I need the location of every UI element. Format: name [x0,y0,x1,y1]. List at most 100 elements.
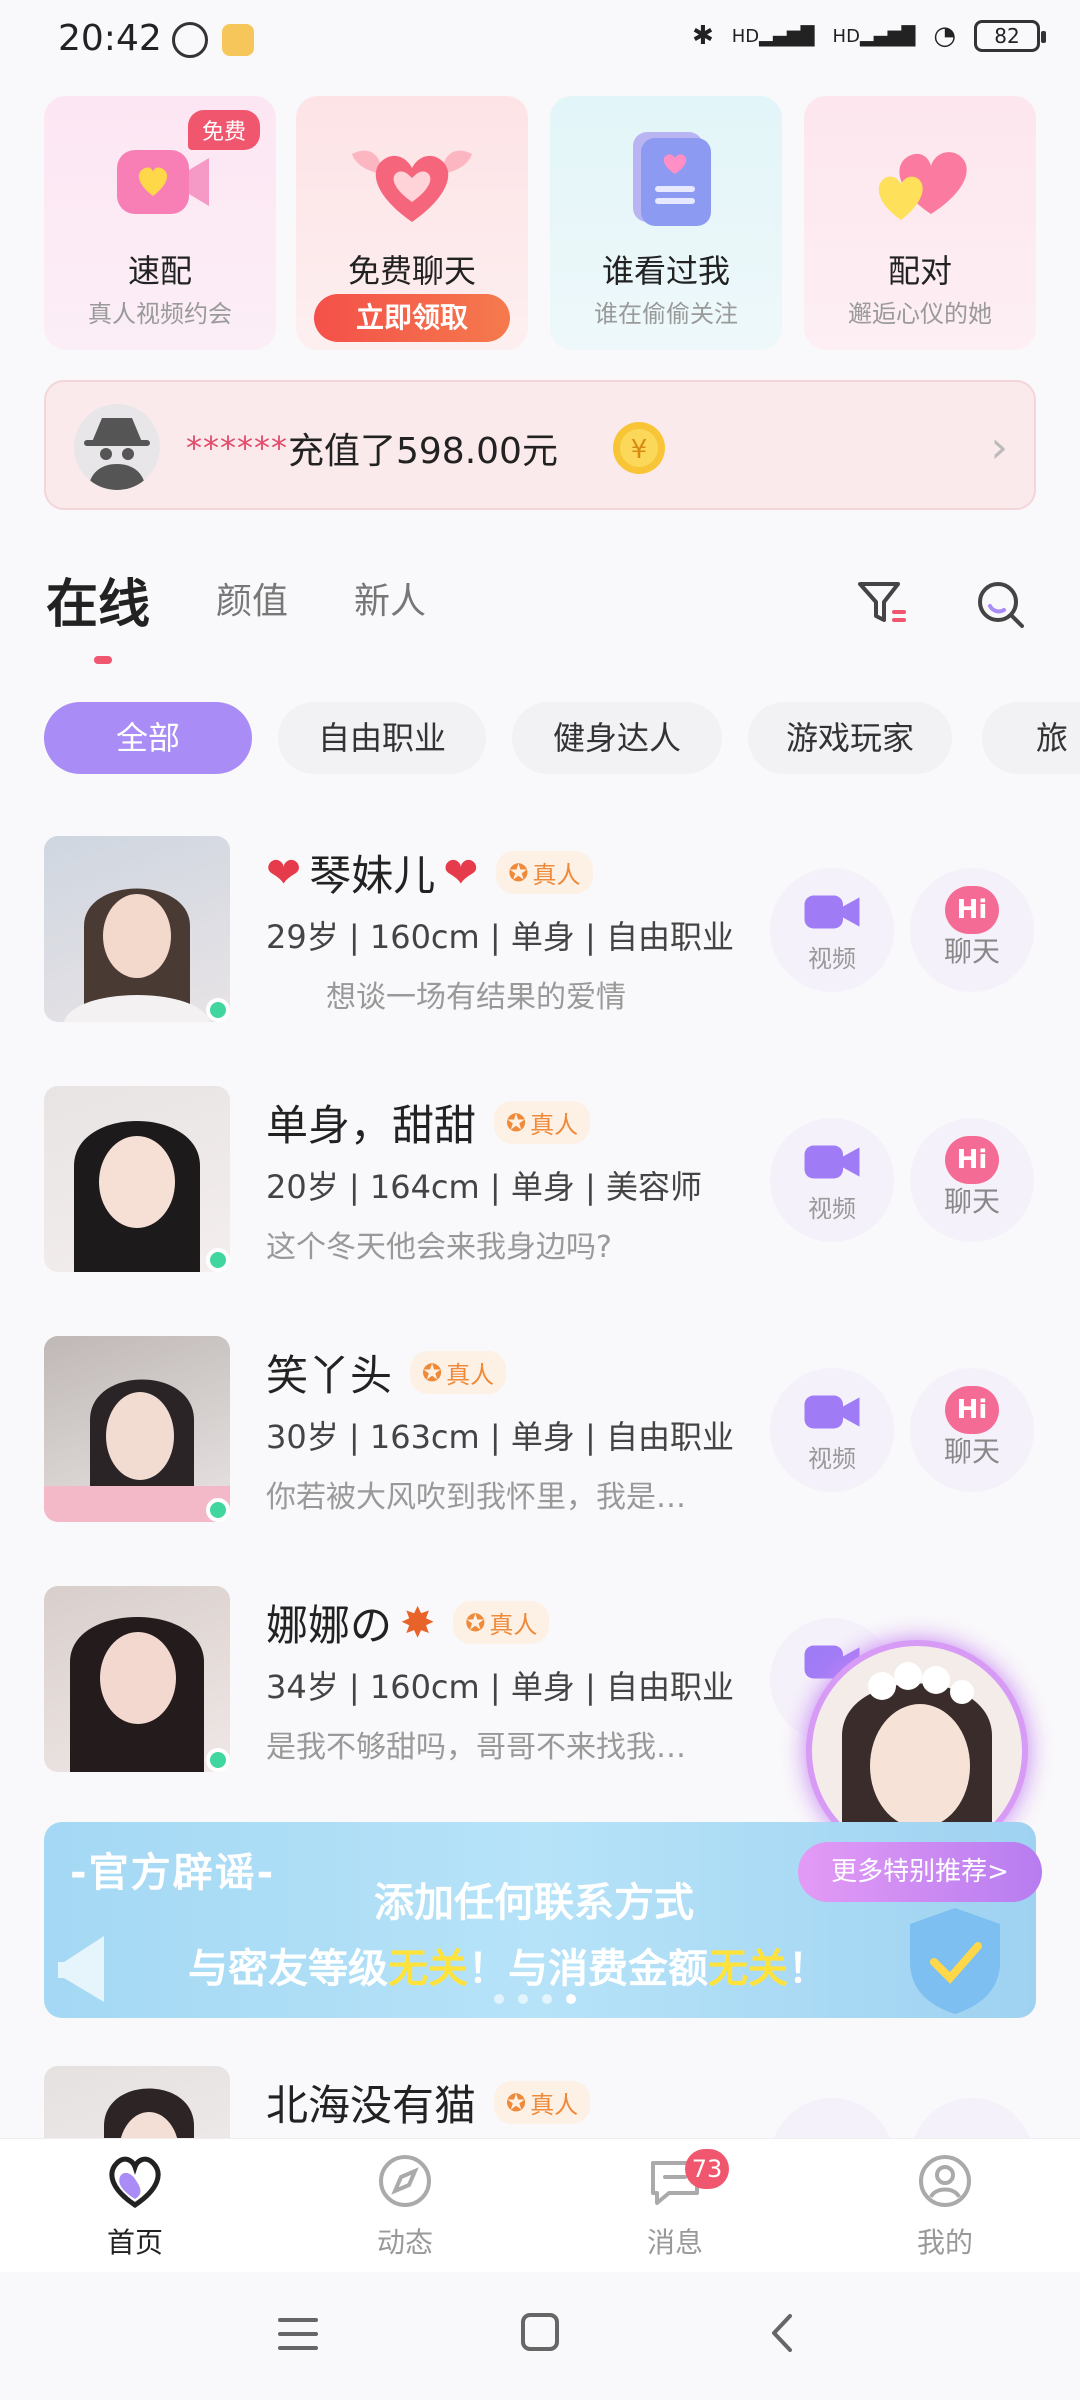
nav-mine[interactable]: 我的 [865,2153,1025,2261]
tab-looks[interactable]: 颜值 [216,572,288,624]
home-heart-icon [109,2156,161,2209]
user-photo[interactable] [44,1336,230,1522]
alarm-icon [172,22,208,58]
free-badge: 免费 [187,110,260,150]
verified-real-badge: ✪ 真人 [410,1351,507,1394]
bottom-navigation: 首页 动态 73 消息 我的 [0,2138,1080,2272]
banner-title: -官方辟谣- [70,1850,276,1896]
video-call-button[interactable]: 视频 [770,1368,894,1492]
user-row[interactable]: 笑丫头 ✪ 真人 30岁 | 163cm | 单身 | 自由职业 你若被大风吹到我… [44,1336,1044,1522]
signal-icon: HD▂▄▆█ [731,25,815,47]
verified-icon: ✪ [465,1608,486,1637]
user-name: 单身，甜甜 [266,1101,477,1150]
video-call-button[interactable] [770,2098,894,2138]
user-photo[interactable] [44,2066,230,2138]
video-icon [804,1145,860,1179]
card-pairing[interactable]: 配对 邂逅心仪的她 [804,96,1036,350]
user-name: 北海没有猫 [266,2081,477,2130]
user-info: 20岁 | 164cm | 单身 | 美容师 [266,1168,702,1206]
nav-messages[interactable]: 73 消息 [595,2149,755,2261]
banner-line2: 与密友等级无关！与消费金额无关！ [188,1946,828,1992]
filter-icon[interactable] [854,576,910,632]
coin-icon: ¥ [613,422,665,474]
search-icon[interactable] [972,576,1028,632]
menu-icon[interactable] [276,2314,320,2354]
chevron-right-icon: › [990,422,1008,473]
back-icon[interactable] [766,2312,796,2354]
viewer-card-icon [633,132,711,226]
verified-real-badge: ✪ 真人 [453,1601,550,1644]
chat-button[interactable]: Hi 聊天 [910,1118,1034,1242]
card-title: 配对 [887,252,952,290]
verified-real-badge: ✪ 真人 [494,1101,591,1144]
compass-icon [379,2155,431,2207]
tab-online[interactable]: 在线 [46,562,150,637]
online-indicator [206,998,230,1022]
card-title: 速配 [127,252,192,290]
card-who-viewed-me[interactable]: 谁看过我 谁在偷偷关注 [550,96,782,350]
user-description: 想谈一场有结果的爱情 [326,980,626,1015]
user-info: 29岁 | 160cm | 单身 | 自由职业 [266,918,734,956]
card-speed-match[interactable]: 免费 速配 真人视频约会 [44,96,276,350]
more-recommendations-button[interactable]: 更多特别推荐> [798,1842,1042,1902]
user-row[interactable]: 单身，甜甜 ✪ 真人 20岁 | 164cm | 单身 | 美容师 这个冬天他会来… [44,1086,1044,1272]
hi-icon: Hi [945,886,999,934]
recharge-notice[interactable]: ****** 充值了598.00元 ¥ › [44,380,1036,510]
hi-icon: Hi [945,1136,999,1184]
chat-button[interactable]: Hi 聊天 [910,1368,1034,1492]
verified-icon: ✪ [508,858,529,887]
banner-pagination [494,1994,576,2004]
user-info: 30岁 | 163cm | 单身 | 自由职业 [266,1418,734,1456]
tab-indicator [94,656,112,664]
chip-freelance[interactable]: 自由职业 [278,702,486,774]
chip-all[interactable]: 全部 [44,702,252,774]
tab-new[interactable]: 新人 [354,572,426,624]
message-count-badge: 73 [685,2149,729,2189]
video-call-button[interactable]: 视频 [770,868,894,992]
video-icon [804,1395,860,1429]
user-name: 娜娜の [266,1601,393,1650]
user-row[interactable]: ❤ 琴妹儿 ❤ ✪ 真人 29岁 | 160cm | 单身 | 自由职业 想谈一场… [44,836,1044,1022]
bluetooth-icon: ✱ [691,21,714,51]
nav-moments[interactable]: 动态 [325,2153,485,2261]
home-square-icon[interactable] [520,2312,560,2352]
masked-username: ****** [186,429,288,467]
verified-icon: ✪ [506,1108,527,1137]
chip-travel[interactable]: 旅行 [982,702,1080,774]
card-title: 免费聊天 [347,252,476,290]
online-indicator [206,1248,230,1272]
user-photo[interactable] [44,836,230,1022]
notification-app-icon [222,24,254,56]
user-row[interactable]: 北海没有猫 ✪ 真人 [44,2066,1044,2138]
user-description: 这个冬天他会来我身边吗? [266,1230,612,1265]
user-info: 34岁 | 160cm | 单身 | 自由职业 [266,1668,734,1706]
chip-gamer[interactable]: 游戏玩家 [748,702,952,774]
claim-now-button[interactable]: 立即领取 [314,294,510,342]
nav-home[interactable]: 首页 [55,2153,215,2261]
maple-leaf-icon: ✸ [400,1598,436,1647]
user-name: 笑丫头 [266,1351,393,1400]
online-indicator [206,1498,230,1522]
card-subtitle: 谁在偷偷关注 [594,300,738,328]
card-free-chat[interactable]: 免费聊天 立即领取 [296,96,528,350]
winged-heart-icon [352,150,472,222]
user-description: 你若被大风吹到我怀里，我是… [266,1480,686,1515]
incognito-icon [84,418,150,490]
user-photo[interactable] [44,1086,230,1272]
heart-icon: ❤ [443,848,479,897]
wifi-icon: ◔ [933,21,956,51]
verified-real-badge: ✪ 真人 [494,2081,591,2124]
verified-real-badge: ✪ 真人 [496,851,593,894]
profile-icon [919,2155,971,2207]
verified-icon: ✪ [422,1358,443,1387]
status-time: 20:42 [58,18,162,59]
chat-button[interactable] [910,2098,1034,2138]
card-subtitle: 邂逅心仪的她 [848,300,992,328]
battery-indicator: 82 [974,20,1046,52]
heart-icon: ❤ [266,848,302,897]
chat-button[interactable]: Hi 聊天 [910,868,1034,992]
user-photo[interactable] [44,1586,230,1772]
video-call-button[interactable]: 视频 [770,1118,894,1242]
chip-fitness[interactable]: 健身达人 [512,702,722,774]
verified-icon: ✪ [506,2088,527,2117]
